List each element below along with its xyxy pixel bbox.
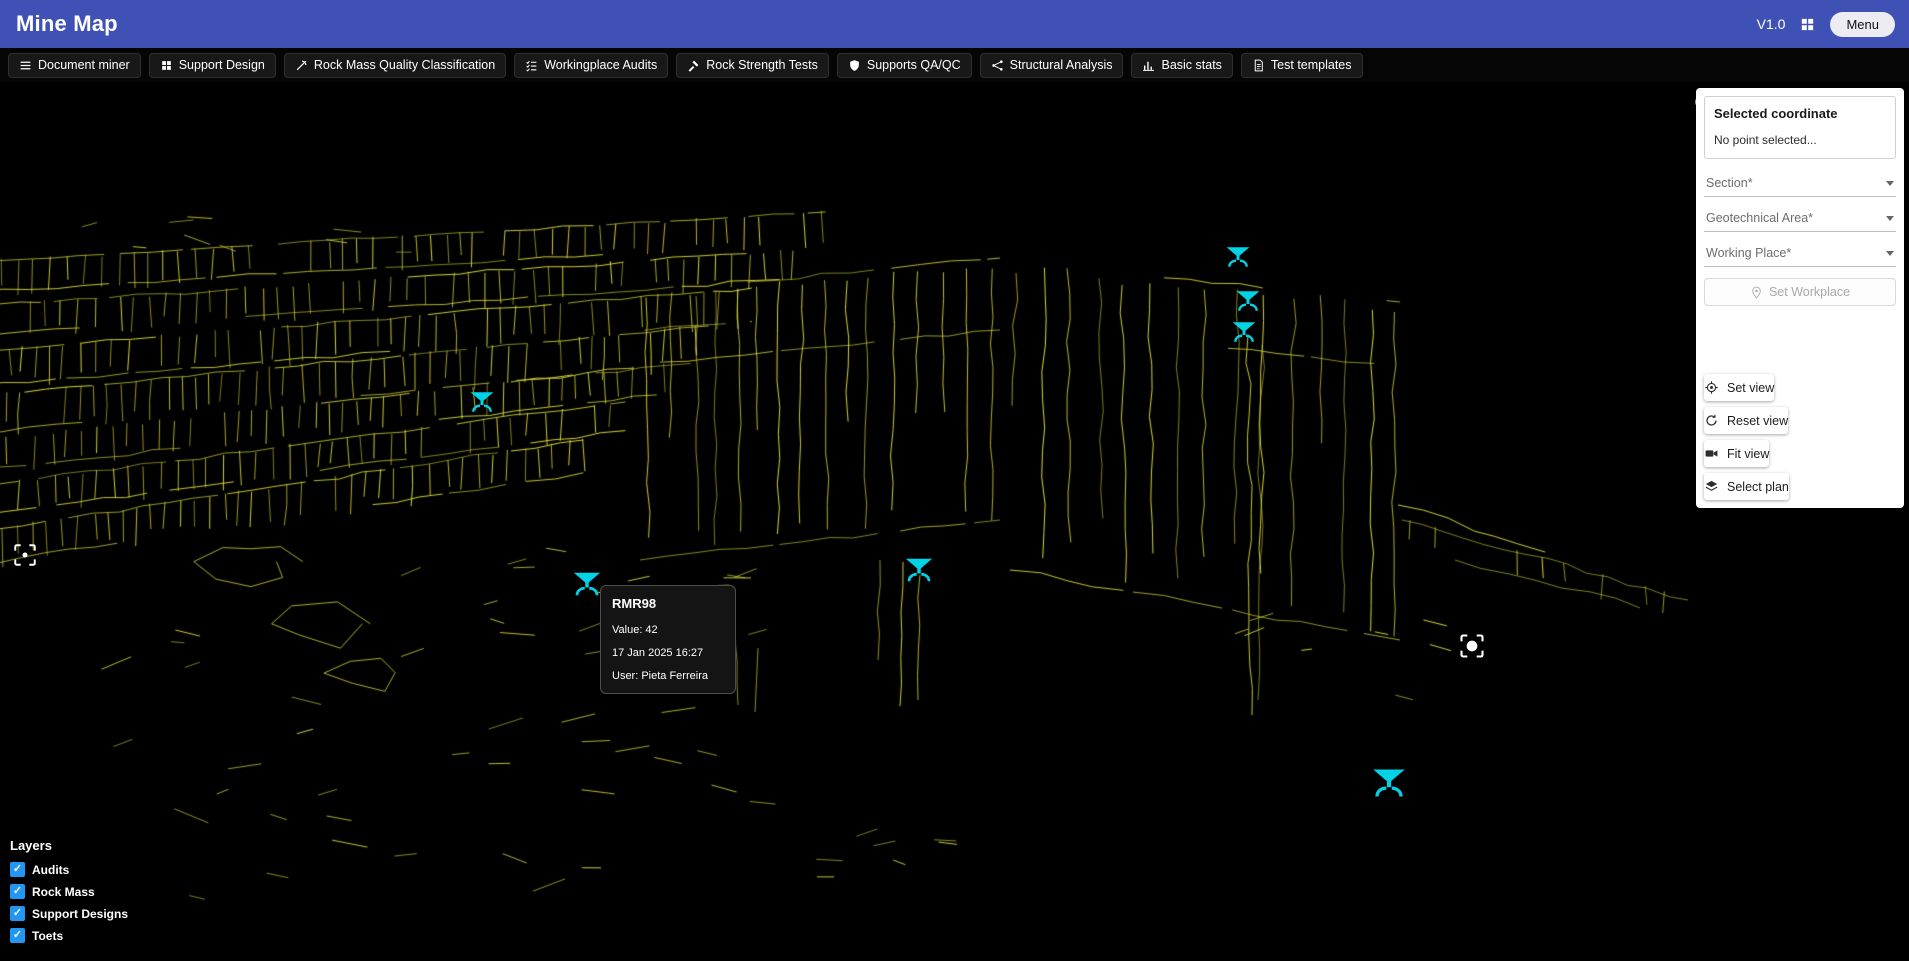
camera-icon xyxy=(1704,446,1719,461)
view-button-list: Set view Reset view Fit view Select plan xyxy=(1704,368,1896,500)
chart-icon xyxy=(1142,59,1155,72)
layer-label: Support Designs xyxy=(32,906,129,921)
toolbar-button-label: Basic stats xyxy=(1161,58,1222,72)
view-button-label: Set view xyxy=(1727,380,1775,395)
set-workplace-button[interactable]: Set Workplace xyxy=(1704,278,1896,306)
toolbar-button-label: Document miner xyxy=(38,58,130,72)
selected-point-crosshair-icon xyxy=(1458,632,1486,660)
reset-icon xyxy=(1704,413,1719,428)
pick-icon xyxy=(295,59,308,72)
checkbox-checked-icon: ✓ xyxy=(10,862,25,877)
map-marker[interactable] xyxy=(1371,765,1407,801)
tooltip-value: Value: 42 xyxy=(612,624,658,636)
map-marker[interactable] xyxy=(1231,319,1257,345)
target-icon xyxy=(1704,380,1719,395)
select-plan-button[interactable]: Select plan xyxy=(1704,473,1789,500)
panel-spacer xyxy=(1704,306,1896,368)
selected-coordinate-title: Selected coordinate xyxy=(1714,106,1838,121)
layer-label: Toets xyxy=(32,928,64,943)
toolbar-button-support-design[interactable]: Support Design xyxy=(148,52,276,78)
checkbox-checked-icon: ✓ xyxy=(10,884,25,899)
layers-title: Layers xyxy=(10,838,52,853)
chevron-down-icon xyxy=(1886,215,1894,221)
select-geotechnical-area[interactable]: Geotechnical Area* xyxy=(1704,206,1896,232)
toolbar-button-label: Workingplace Audits xyxy=(544,58,658,72)
grid-icon xyxy=(160,59,173,72)
map-marker[interactable] xyxy=(572,569,602,599)
checkbox-checked-icon: ✓ xyxy=(10,928,25,943)
map-marker[interactable] xyxy=(469,389,495,415)
no-point-text: No point selected... xyxy=(1714,133,1817,147)
toolbar-button-basic-stats[interactable]: Basic stats xyxy=(1131,52,1233,78)
toolbar-button-label: Rock Strength Tests xyxy=(706,58,818,72)
chevron-down-icon xyxy=(1886,250,1894,256)
tooltip-title: RMR98 xyxy=(612,596,657,611)
layer-checkbox-toets[interactable]: ✓ Toets xyxy=(10,928,128,943)
view-button-label: Fit view xyxy=(1727,446,1770,461)
layer-checkbox-support-designs[interactable]: ✓ Support Designs xyxy=(10,906,128,921)
plan-icon xyxy=(1704,479,1719,494)
layer-list: ✓ Audits ✓ Rock Mass ✓ Support Designs ✓ Toets xyxy=(10,862,128,943)
menu-button[interactable]: Menu xyxy=(1830,11,1895,37)
pin-icon xyxy=(1750,286,1763,299)
focus-crosshair-icon xyxy=(12,542,38,568)
set-view-button[interactable]: Set view xyxy=(1704,374,1775,401)
toolbar-button-label: Structural Analysis xyxy=(1009,58,1113,72)
toolbar-button-test-templates[interactable]: Test templates xyxy=(1240,52,1363,78)
reset-view-button[interactable]: Reset view xyxy=(1704,407,1789,434)
select-label: Section* xyxy=(1706,176,1753,190)
layer-checkbox-rock-mass[interactable]: ✓ Rock Mass xyxy=(10,884,128,899)
toolbar-button-label: Rock Mass Quality Classification xyxy=(313,58,496,72)
side-panel: Selected coordinate No point selected...… xyxy=(1696,88,1904,508)
checkbox-checked-icon: ✓ xyxy=(10,906,25,921)
toolbar-button-label: Supports QA/QC xyxy=(866,58,961,72)
layer-checkbox-audits[interactable]: ✓ Audits xyxy=(10,862,128,877)
hamburger-icon xyxy=(19,59,32,72)
toolbar-button-document-miner[interactable]: Document miner xyxy=(8,52,141,78)
select-label: Geotechnical Area* xyxy=(1706,211,1814,225)
toolbar-button-rock-strength-tests[interactable]: Rock Strength Tests xyxy=(676,52,829,78)
layer-label: Audits xyxy=(32,862,70,877)
shield-icon xyxy=(848,59,861,72)
layer-label: Rock Mass xyxy=(32,884,95,899)
map-marker[interactable] xyxy=(1235,288,1261,314)
toolbar-button-label: Support Design xyxy=(178,58,265,72)
selected-coordinate-box: Selected coordinate No point selected... xyxy=(1704,96,1896,159)
view-button-label: Select plan xyxy=(1727,479,1789,494)
toolbar-button-workingplace-audits[interactable]: Workingplace Audits xyxy=(514,52,669,78)
tooltip-user: User: Pieta Ferreira xyxy=(612,670,708,682)
mine-map[interactable] xyxy=(0,0,1909,961)
structure-icon xyxy=(991,59,1004,72)
toolbar-button-supports-qa-qc[interactable]: Supports QA/QC xyxy=(836,52,972,78)
map-marker[interactable] xyxy=(1225,244,1251,270)
header-right: V1.0 Menu xyxy=(1756,11,1895,37)
app-title: Mine Map xyxy=(16,11,118,36)
dropdown-list: Section* Geotechnical Area* Working Place* xyxy=(1704,171,1896,276)
marker-tooltip: RMR98 Value: 42 17 Jan 2025 16:27 User: … xyxy=(600,585,736,694)
fit-view-button[interactable]: Fit view xyxy=(1704,440,1770,467)
layers-panel: Layers ✓ Audits ✓ Rock Mass ✓ Support Designs… xyxy=(10,838,128,950)
view-button-label: Reset view xyxy=(1727,413,1789,428)
toolbar-button-label: Test templates xyxy=(1270,58,1352,72)
mine-map-canvas[interactable] xyxy=(0,0,1909,961)
hammer-icon xyxy=(687,59,700,72)
document-icon xyxy=(1252,59,1265,72)
set-workplace-label: Set Workplace xyxy=(1768,285,1851,299)
checklist-icon xyxy=(525,59,538,72)
map-marker[interactable] xyxy=(904,555,934,585)
app-header: Mine Map V1.0 Menu xyxy=(0,0,1909,48)
select-label: Working Place* xyxy=(1706,246,1792,260)
chevron-down-icon xyxy=(1886,180,1894,186)
select-working-place[interactable]: Working Place* xyxy=(1704,241,1896,267)
toolbar-button-structural-analysis[interactable]: Structural Analysis xyxy=(979,52,1124,78)
apps-grid-icon[interactable] xyxy=(1799,16,1816,33)
tooltip-date: 17 Jan 2025 16:27 xyxy=(612,647,704,659)
select-section[interactable]: Section* xyxy=(1704,171,1896,197)
version-label: V1.0 xyxy=(1756,16,1786,32)
toolbar: Document miner Support Design Rock Mass Qu… xyxy=(0,48,1909,82)
toolbar-button-rock-mass-quality-classification[interactable]: Rock Mass Quality Classification xyxy=(283,52,507,78)
